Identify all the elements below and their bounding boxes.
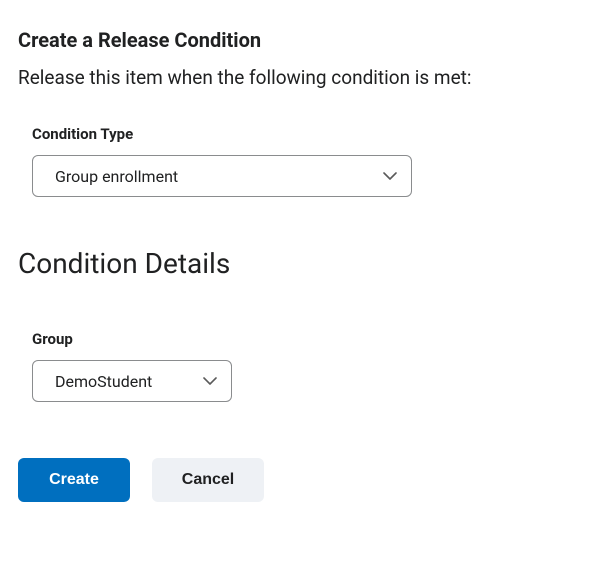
cancel-button[interactable]: Cancel <box>152 458 264 502</box>
condition-type-field: Condition Type Group enrollment <box>18 125 582 197</box>
create-button[interactable]: Create <box>18 458 130 502</box>
group-select[interactable]: DemoStudent <box>32 360 232 402</box>
condition-type-label: Condition Type <box>32 125 582 143</box>
group-field: Group DemoStudent <box>18 330 582 402</box>
dialog-title: Create a Release Condition <box>18 28 582 52</box>
condition-type-value: Group enrollment <box>55 167 178 186</box>
action-buttons: Create Cancel <box>18 458 582 502</box>
dialog-description: Release this item when the following con… <box>18 66 582 89</box>
group-label: Group <box>32 330 582 348</box>
group-value: DemoStudent <box>55 372 152 391</box>
condition-details-heading: Condition Details <box>18 247 582 280</box>
condition-type-select[interactable]: Group enrollment <box>32 155 412 197</box>
chevron-down-icon <box>203 377 217 385</box>
chevron-down-icon <box>383 172 397 180</box>
